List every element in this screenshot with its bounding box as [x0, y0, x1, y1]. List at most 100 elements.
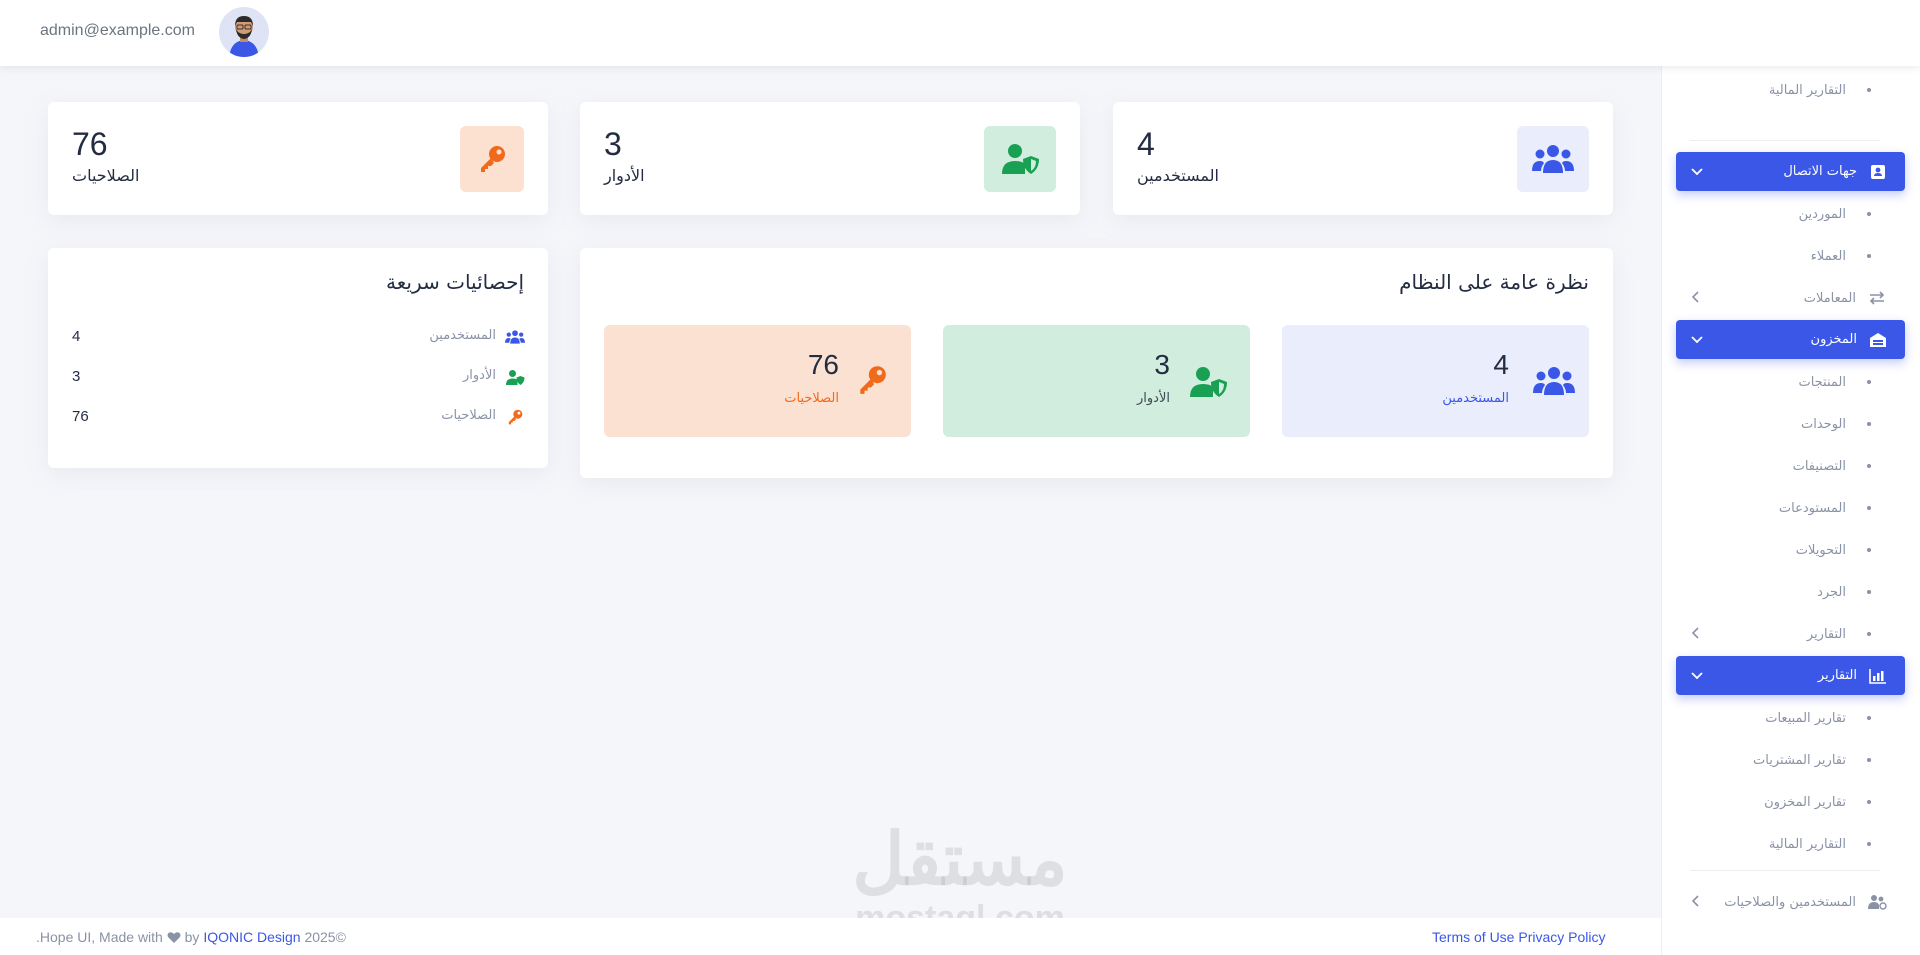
- bullet-icon: [1867, 632, 1871, 636]
- footer-year: 2025©: [304, 929, 346, 945]
- sidebar-item-users-permissions[interactable]: المستخدمين والصلاحيات: [1662, 882, 1920, 922]
- sidebar-item-label: تقارير المبيعات: [1765, 710, 1846, 726]
- sidebar-item-customers[interactable]: العملاء: [1662, 236, 1920, 276]
- chevron-down-icon: [1691, 336, 1703, 344]
- stat-value: 4: [1137, 126, 1155, 162]
- overview-value: 4: [1493, 349, 1509, 380]
- overview-roles: 3 الأدوار: [943, 325, 1250, 437]
- sidebar-item-inventory-reports[interactable]: التقارير: [1662, 614, 1920, 654]
- chevron-left-icon: [1691, 627, 1699, 639]
- bullet-icon: [1867, 380, 1871, 384]
- users-icon: [1517, 126, 1589, 192]
- overview-label: الأدوار: [1137, 391, 1170, 406]
- system-overview-card: نظرة عامة على النظام 76 الصلاحيات 3 الأد…: [580, 248, 1613, 478]
- stat-label: الأدوار: [604, 166, 645, 185]
- footer-by: by: [184, 929, 200, 945]
- sidebar-item-sales-reports[interactable]: تقارير المبيعات: [1662, 698, 1920, 738]
- user-email[interactable]: admin@example.com: [40, 22, 195, 40]
- sidebar-item-label: التقارير المالية: [1768, 836, 1846, 852]
- sidebar-item-contacts[interactable]: جهات الاتصال: [1676, 152, 1905, 191]
- sidebar-item-products[interactable]: المنتجات: [1662, 362, 1920, 402]
- bullet-icon: [1867, 842, 1871, 846]
- sidebar-item-label: التقارير: [1817, 668, 1857, 683]
- sidebar-item-inventory[interactable]: المخزون: [1676, 320, 1905, 359]
- sidebar-item-stocktake[interactable]: الجرد: [1662, 572, 1920, 612]
- footer-made-with: .Hope UI, Made with: [36, 929, 163, 945]
- exchange-icon: [1866, 287, 1888, 309]
- bullet-icon: [1867, 716, 1871, 720]
- quick-stat-label: المستخدمين: [429, 328, 496, 343]
- stat-card-roles: 3 الأدوار: [580, 102, 1080, 215]
- key-icon: [855, 363, 889, 401]
- quick-stat-row: الأدوار 3: [48, 366, 548, 390]
- quick-stat-label: الأدوار: [463, 368, 496, 383]
- key-icon: [460, 126, 524, 192]
- overview-value: 76: [807, 349, 839, 380]
- warehouse-icon: [1867, 329, 1889, 351]
- quick-stat-value: 4: [72, 328, 81, 345]
- footer-links[interactable]: Terms of Use Privacy Policy: [1432, 929, 1605, 945]
- sidebar-item-label: المخزون: [1810, 332, 1857, 347]
- quick-stats-title: إحصائيات سريعة: [386, 270, 524, 294]
- sidebar-item-label: التصنيفات: [1792, 458, 1846, 474]
- bullet-icon: [1867, 212, 1871, 216]
- chevron-down-icon: [1691, 168, 1703, 176]
- bullet-icon: [1867, 800, 1871, 804]
- avatar[interactable]: [219, 7, 269, 57]
- heart-icon: [167, 931, 181, 947]
- quick-stats-card: إحصائيات سريعة المستخدمين 4 الأدوار 3 ال…: [48, 248, 548, 468]
- sidebar-item-financial-reports[interactable]: التقارير المالية: [1662, 70, 1920, 110]
- users-cog-icon: [1866, 891, 1888, 913]
- overview-label: الصلاحيات: [784, 391, 839, 406]
- overview-label: المستخدمين: [1442, 391, 1509, 406]
- user-shield-icon: [1188, 365, 1228, 403]
- user-shield-icon: [984, 126, 1056, 192]
- stat-card-permissions: 76 الصلاحيات: [48, 102, 548, 215]
- sidebar-item-units[interactable]: الوحدات: [1662, 404, 1920, 444]
- stat-value: 76: [72, 126, 108, 162]
- sidebar-item-label: المستودعات: [1778, 500, 1846, 516]
- sidebar-item-suppliers[interactable]: الموردين: [1662, 194, 1920, 234]
- bullet-icon: [1867, 506, 1871, 510]
- footer-brand-link[interactable]: IQONIC Design: [203, 929, 300, 945]
- sidebar-item-transfers[interactable]: التحويلات: [1662, 530, 1920, 570]
- quick-stat-row: المستخدمين 4: [48, 326, 548, 350]
- bullet-icon: [1867, 590, 1871, 594]
- sidebar-item-label: العملاء: [1810, 248, 1846, 264]
- sidebar-item-label: التقارير المالية: [1768, 82, 1846, 98]
- chevron-left-icon: [1691, 895, 1699, 907]
- divider: [1690, 870, 1880, 871]
- sidebar-item-reports[interactable]: التقارير: [1676, 656, 1905, 695]
- sidebar-item-label: التحويلات: [1795, 542, 1846, 558]
- footer-copyright: .Hope UI, Made with by IQONIC Design 202…: [36, 929, 346, 947]
- sidebar-item-label: المعاملات: [1803, 290, 1856, 306]
- sidebar-item-transactions[interactable]: المعاملات: [1662, 278, 1920, 318]
- quick-stat-label: الصلاحيات: [441, 408, 496, 423]
- sidebar-item-financial-reports-2[interactable]: التقارير المالية: [1662, 824, 1920, 864]
- chevron-down-icon: [1691, 672, 1703, 680]
- users-icon: [1533, 365, 1575, 401]
- sidebar-item-label: تقارير المخزون: [1764, 794, 1846, 810]
- sidebar-item-purchase-reports[interactable]: تقارير المشتريات: [1662, 740, 1920, 780]
- sidebar-item-categories[interactable]: التصنيفات: [1662, 446, 1920, 486]
- stat-label: الصلاحيات: [72, 166, 140, 185]
- sidebar-item-label: التقارير: [1806, 626, 1846, 642]
- users-icon: [504, 327, 526, 347]
- overview-users: 4 المستخدمين: [1282, 325, 1589, 437]
- stat-card-users: 4 المستخدمين: [1113, 102, 1613, 215]
- chevron-left-icon: [1691, 291, 1699, 303]
- sidebar-item-label: الوحدات: [1801, 416, 1846, 432]
- footer: .Hope UI, Made with by IQONIC Design 202…: [0, 918, 1661, 955]
- sidebar-item-label: الموردين: [1798, 206, 1846, 222]
- chart-icon: [1867, 665, 1889, 687]
- bullet-icon: [1867, 422, 1871, 426]
- sidebar-item-label: المنتجات: [1798, 374, 1846, 390]
- top-navbar: admin@example.com: [0, 0, 1920, 66]
- sidebar-item-stock-reports[interactable]: تقارير المخزون: [1662, 782, 1920, 822]
- user-shield-icon: [504, 367, 526, 387]
- stat-value: 3: [604, 126, 622, 162]
- bullet-icon: [1867, 254, 1871, 258]
- quick-stat-value: 76: [72, 408, 89, 425]
- sidebar-item-warehouses[interactable]: المستودعات: [1662, 488, 1920, 528]
- overview-value: 3: [1154, 349, 1170, 380]
